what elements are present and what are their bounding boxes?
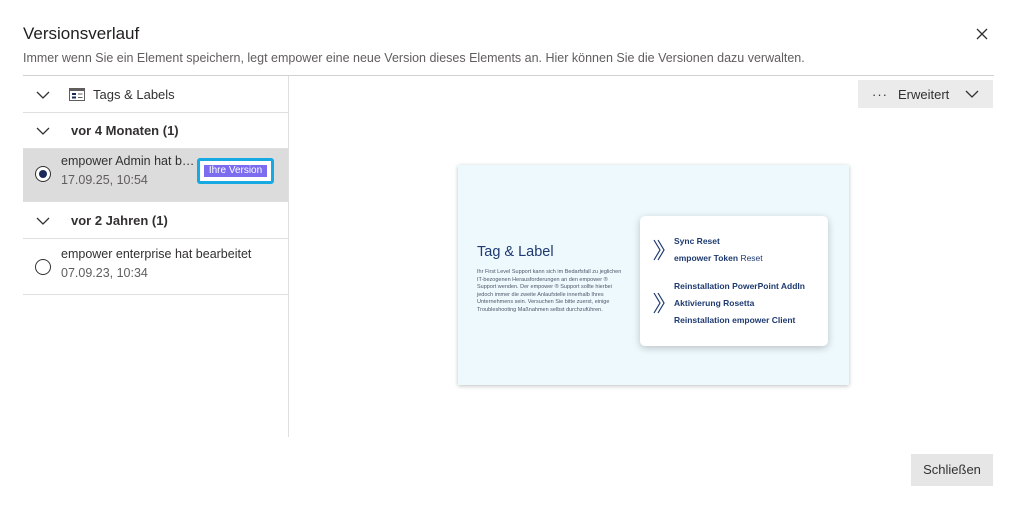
your-version-badge: Ihre Version bbox=[204, 165, 267, 177]
your-version-badge-highlight: Ihre Version bbox=[197, 158, 274, 184]
version-title: empower enterprise hat bearbeitet bbox=[61, 247, 252, 261]
preview-card-line: Sync Reset bbox=[674, 236, 720, 246]
chevron-down-icon[interactable] bbox=[35, 123, 51, 139]
version-list-panel: Tags & Labels vor 4 Monaten (1) empower … bbox=[23, 76, 289, 437]
advanced-menu-button[interactable]: ··· Erweitert bbox=[858, 80, 993, 108]
advanced-label: Erweitert bbox=[898, 87, 950, 102]
chevron-down-icon[interactable] bbox=[35, 87, 51, 103]
dialog-subtitle: Immer wenn Sie ein Element speichern, le… bbox=[23, 51, 805, 65]
group-header-4-months[interactable]: vor 4 Monaten (1) bbox=[23, 113, 288, 149]
version-title: empower Admin hat bearbeitet bbox=[61, 154, 195, 168]
preview-card-line: Aktivierung Rosetta bbox=[674, 298, 755, 308]
preview-card: Sync Reset empower Token Reset Reinstall… bbox=[640, 216, 828, 346]
version-date: 17.09.25, 10:54 bbox=[61, 173, 148, 187]
version-radio[interactable] bbox=[35, 259, 51, 275]
more-dots-icon: ··· bbox=[872, 87, 888, 102]
version-radio[interactable] bbox=[35, 166, 51, 182]
preview-body: Ihr First Level Support kann sich im Bed… bbox=[477, 269, 622, 313]
version-row[interactable]: empower enterprise hat bearbeitet 07.09.… bbox=[23, 242, 288, 295]
group-header-2-years[interactable]: vor 2 Jahren (1) bbox=[23, 203, 288, 239]
preview-card-line: Reinstallation PowerPoint AddIn bbox=[674, 281, 805, 291]
group-label: vor 2 Jahren (1) bbox=[71, 213, 168, 228]
filter-row-tags-labels[interactable]: Tags & Labels bbox=[23, 76, 288, 113]
close-button[interactable] bbox=[972, 24, 992, 44]
preview-card-line: Reinstallation empower Client bbox=[674, 315, 796, 325]
chevron-down-icon[interactable] bbox=[35, 213, 51, 229]
tag-label-icon bbox=[69, 88, 85, 101]
double-chevron-icon bbox=[653, 239, 665, 261]
preview-card-line-rest: Reset bbox=[738, 253, 763, 263]
preview-card-line: empower Token Reset bbox=[674, 253, 763, 263]
preview-title: Tag & Label bbox=[477, 244, 554, 260]
version-date: 07.09.23, 10:34 bbox=[61, 266, 148, 280]
double-chevron-icon bbox=[653, 292, 665, 314]
slide-preview: Tag & Label Ihr First Level Support kann… bbox=[458, 165, 849, 385]
version-history-dialog: Versionsverlauf Immer wenn Sie ein Eleme… bbox=[0, 0, 1017, 513]
filter-label: Tags & Labels bbox=[93, 87, 175, 102]
close-icon bbox=[976, 28, 988, 40]
group-label: vor 4 Monaten (1) bbox=[71, 123, 179, 138]
close-dialog-button[interactable]: Schließen bbox=[911, 454, 993, 486]
dialog-title: Versionsverlauf bbox=[23, 24, 140, 43]
chevron-down-icon bbox=[965, 90, 979, 98]
preview-card-line-bold: empower Token bbox=[674, 253, 739, 263]
version-row[interactable]: empower Admin hat bearbeitet 17.09.25, 1… bbox=[23, 149, 288, 202]
